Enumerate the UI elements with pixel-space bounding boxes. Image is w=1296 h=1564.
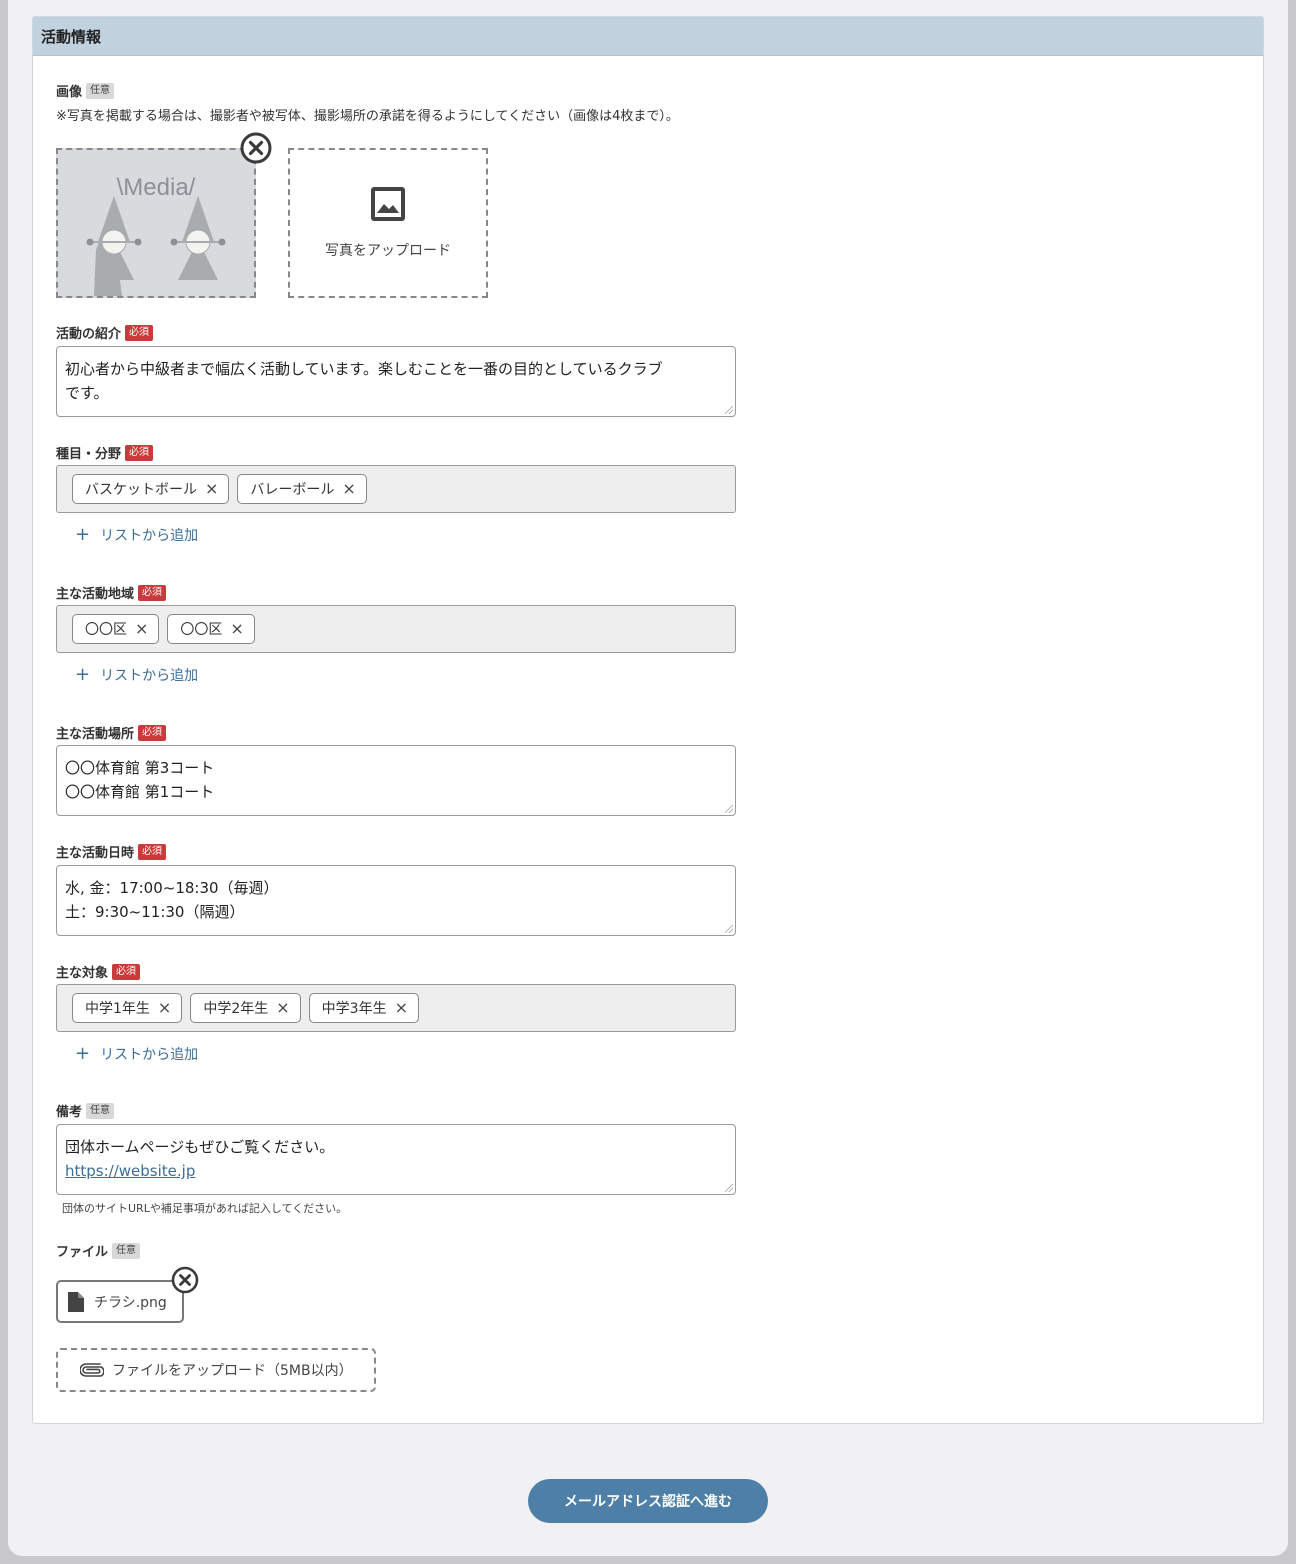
files-label-text: ファイル [56, 1245, 109, 1260]
category-chip: バレーボール × [237, 474, 367, 504]
image-thumbnail[interactable]: \Media/ [56, 148, 256, 298]
category-label: 種目・分野 必須 [56, 443, 154, 462]
schedule-line-1: 水, 金：17:00~18:30（毎週） [65, 879, 279, 897]
chip-label: バレーボール [250, 482, 335, 498]
chip-label: バスケットボール [85, 482, 197, 498]
chip-label: 中学3年生 [321, 1001, 387, 1017]
remove-file-icon[interactable] [171, 1266, 199, 1294]
place-label: 主な活動場所 必須 [56, 723, 167, 742]
category-chip: バスケットボール × [72, 474, 230, 504]
target-chip: 中学1年生 × [72, 993, 183, 1023]
chip-remove-icon[interactable]: × [158, 1000, 171, 1016]
target-chip: 中学2年生 × [190, 993, 301, 1023]
optional-badge: 任意 [86, 1102, 115, 1119]
area-add-from-list[interactable]: + リストから追加 [75, 665, 198, 685]
area-label-text: 主な活動地域 [56, 587, 135, 602]
intro-textarea[interactable]: 初心者から中級者まで幅広く活動しています。楽しむことを一番の目的としているクラブ… [56, 346, 736, 417]
page-frame: 活動情報 画像 任意 ※写真を掲載する場合は、撮影者や被写体、撮影場所の承諾を得… [8, 0, 1288, 1556]
required-badge: 必須 [125, 444, 154, 461]
schedule-line-2: 土：9:30~11:30（隔週） [65, 903, 245, 921]
file-icon [68, 1291, 84, 1312]
remarks-help-text: 団体のサイトURLや補足事項があれば記入してください。 [62, 1202, 348, 1215]
chip-label: 中学2年生 [203, 1001, 269, 1017]
add-from-list-label: リストから追加 [100, 668, 199, 684]
place-line-2: 〇〇体育館 第1コート [65, 783, 215, 801]
images-label: 画像 任意 [56, 81, 115, 100]
activity-info-card: 活動情報 画像 任意 ※写真を掲載する場合は、撮影者や被写体、撮影場所の承諾を得… [32, 16, 1264, 1424]
place-textarea[interactable]: 〇〇体育館 第3コート 〇〇体育館 第1コート [56, 745, 736, 816]
intro-line-1: 初心者から中級者まで幅広く活動しています。楽しむことを一番の目的としているクラブ [65, 360, 663, 378]
chip-label: 〇〇区 [85, 622, 127, 638]
schedule-label-text: 主な活動日時 [56, 846, 135, 861]
resize-handle-icon[interactable] [725, 1184, 733, 1192]
files-label: ファイル 任意 [56, 1241, 141, 1260]
file-upload-button[interactable]: ファイルをアップロード（5MB以内） [56, 1348, 376, 1392]
image-icon [371, 187, 405, 221]
area-chip: 〇〇区 × [167, 614, 255, 644]
category-label-text: 種目・分野 [56, 447, 122, 462]
place-label-text: 主な活動場所 [56, 727, 135, 742]
place-line-1: 〇〇体育館 第3コート [65, 759, 215, 777]
chip-label: 〇〇区 [180, 622, 223, 638]
chip-remove-icon[interactable]: × [230, 621, 243, 637]
chip-remove-icon[interactable]: × [342, 481, 355, 497]
website-link[interactable]: https://website.jp [65, 1162, 195, 1180]
area-tag-box: 〇〇区 × 〇〇区 × [56, 605, 736, 653]
photo-upload-label: 写真をアップロード [325, 243, 451, 259]
remarks-line-1: 団体ホームページもぜひご覧ください。 [65, 1138, 335, 1156]
paperclip-icon [80, 1363, 104, 1377]
plus-icon: + [75, 664, 91, 685]
add-from-list-label: リストから追加 [100, 1047, 199, 1063]
images-label-text: 画像 [56, 85, 83, 100]
intro-label-text: 活動の紹介 [56, 327, 122, 342]
schedule-textarea[interactable]: 水, 金：17:00~18:30（毎週） 土：9:30~11:30（隔週） [56, 865, 736, 936]
chip-remove-icon[interactable]: × [395, 1000, 408, 1016]
chip-remove-icon[interactable]: × [205, 481, 218, 497]
optional-badge: 任意 [86, 82, 115, 99]
proceed-to-email-verification-button[interactable]: メールアドレス認証へ進む [528, 1479, 768, 1523]
photo-upload-button[interactable]: 写真をアップロード [288, 148, 488, 298]
plus-icon: + [75, 524, 91, 545]
remarks-label: 備考 任意 [56, 1101, 115, 1120]
required-badge: 必須 [138, 584, 167, 601]
resize-handle-icon[interactable] [725, 805, 733, 813]
category-add-from-list[interactable]: + リストから追加 [75, 525, 198, 545]
target-label: 主な対象 必須 [56, 962, 141, 981]
remove-image-icon[interactable] [240, 132, 272, 164]
target-add-from-list[interactable]: + リストから追加 [75, 1044, 198, 1064]
chip-remove-icon[interactable]: × [135, 621, 148, 637]
chip-label: 中学1年生 [85, 1001, 150, 1017]
file-name: チラシ.png [94, 1294, 167, 1311]
media-placeholder-illustration: \Media/ [86, 174, 226, 296]
section-title: 活動情報 [33, 17, 1263, 56]
media-placeholder-text: \Media/ [117, 174, 196, 201]
schedule-label: 主な活動日時 必須 [56, 842, 167, 861]
file-upload-label: ファイルをアップロード（5MB以内） [112, 1363, 353, 1379]
images-note: ※写真を掲載する場合は、撮影者や被写体、撮影場所の承諾を得るようにしてください（… [56, 109, 679, 124]
target-tag-box: 中学1年生 × 中学2年生 × 中学3年生 × [56, 984, 736, 1032]
target-label-text: 主な対象 [56, 966, 109, 981]
add-from-list-label: リストから追加 [100, 528, 199, 544]
required-badge: 必須 [125, 324, 154, 341]
resize-handle-icon[interactable] [725, 925, 733, 933]
target-chip: 中学3年生 × [308, 993, 419, 1023]
chip-remove-icon[interactable]: × [276, 1000, 289, 1016]
required-badge: 必須 [138, 843, 167, 860]
resize-handle-icon[interactable] [725, 406, 733, 414]
required-badge: 必須 [138, 724, 167, 741]
area-chip: 〇〇区 × [72, 614, 160, 644]
remarks-textarea[interactable]: 団体ホームページもぜひご覧ください。 https://website.jp [56, 1124, 736, 1195]
remarks-label-text: 備考 [56, 1105, 83, 1120]
attached-file: チラシ.png [56, 1280, 184, 1323]
required-badge: 必須 [112, 963, 141, 980]
plus-icon: + [75, 1043, 91, 1064]
intro-label: 活動の紹介 必須 [56, 323, 154, 342]
area-label: 主な活動地域 必須 [56, 583, 167, 602]
category-tag-box: バスケットボール × バレーボール × [56, 465, 736, 513]
intro-line-2: です。 [65, 384, 109, 402]
optional-badge: 任意 [112, 1242, 141, 1259]
